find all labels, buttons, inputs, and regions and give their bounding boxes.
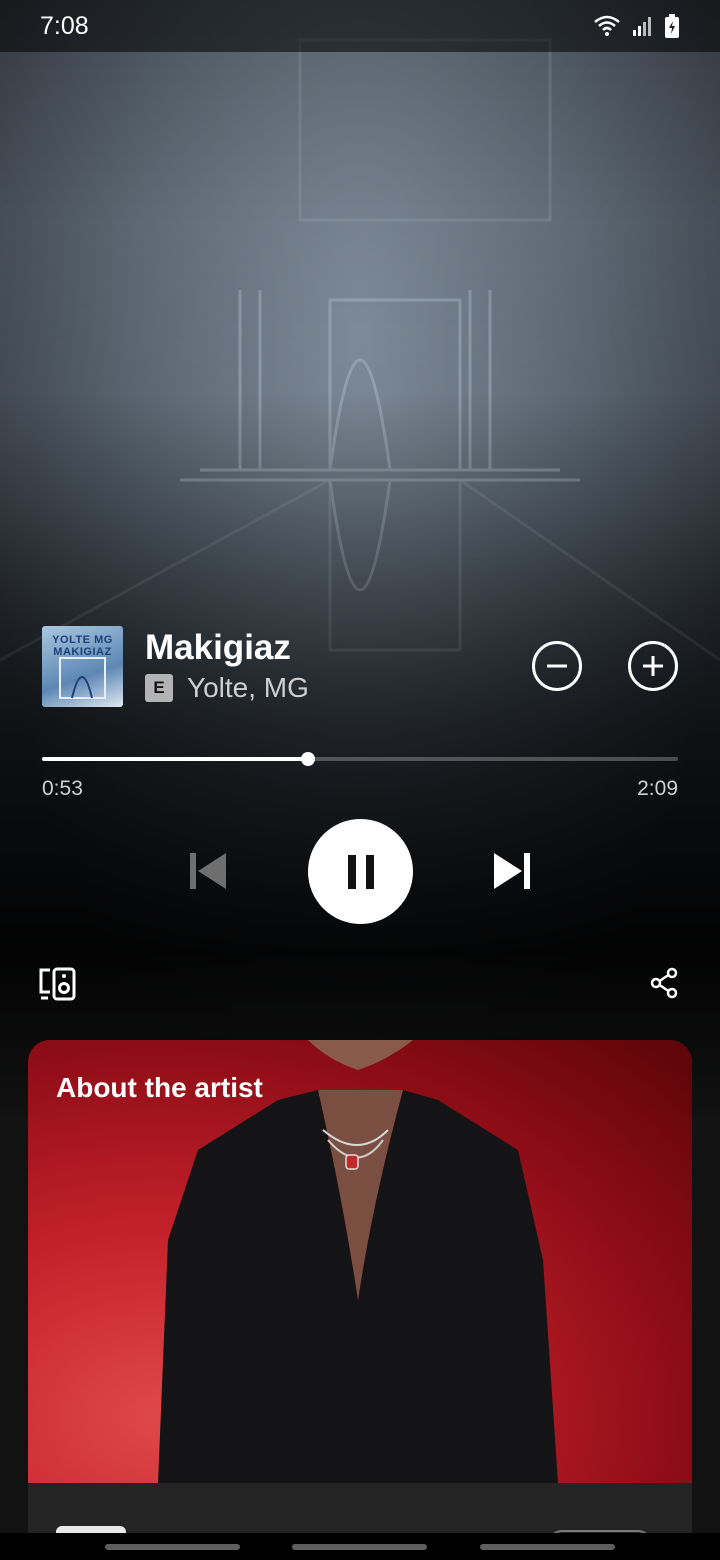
system-navigation-bar (0, 1533, 720, 1560)
signal-icon (633, 17, 651, 36)
next-button[interactable] (490, 851, 534, 891)
add-button[interactable] (628, 641, 678, 691)
artist-photo (28, 1040, 692, 1483)
add-icon (643, 656, 663, 676)
background-fade (0, 0, 720, 1120)
remove-button[interactable] (532, 641, 582, 691)
connect-device-button[interactable] (38, 966, 78, 1002)
pause-icon (347, 854, 374, 889)
about-artist-card[interactable]: About the artist (28, 1040, 692, 1560)
track-artists[interactable]: Yolte, MG (187, 672, 309, 704)
share-icon (650, 967, 678, 999)
album-cover-thumbnail[interactable]: YOLTE MG MAKIGIAZ (42, 625, 123, 707)
progress-knob[interactable] (300, 752, 315, 766)
next-icon (494, 853, 530, 889)
elapsed-time: 0:53 (42, 777, 83, 800)
nav-home[interactable] (292, 1544, 427, 1550)
battery-charging-icon (665, 14, 679, 38)
nav-back[interactable] (480, 1544, 615, 1550)
status-time: 7:08 (40, 11, 89, 40)
nav-recents[interactable] (105, 1544, 240, 1550)
previous-button[interactable] (186, 851, 230, 891)
connect-device-icon (39, 967, 76, 1001)
status-bar: 7:08 (0, 0, 720, 52)
track-actions (532, 641, 678, 691)
explicit-badge: E (145, 674, 173, 702)
about-artist-title: About the artist (56, 1072, 263, 1103)
share-button[interactable] (648, 966, 680, 1000)
track-info: Makigiaz E Yolte, MG (145, 628, 532, 704)
wifi-icon (594, 15, 620, 36)
track-artist-row: E Yolte, MG (145, 672, 532, 704)
now-playing-track-row: YOLTE MG MAKIGIAZ Makigiaz E Yolte, MG (42, 625, 678, 707)
status-icons (592, 13, 680, 39)
total-duration: 2:09 (637, 777, 678, 800)
track-title[interactable]: Makigiaz (145, 628, 532, 668)
playback-progress-bar[interactable] (42, 752, 678, 766)
playback-controls (0, 818, 720, 924)
previous-icon (190, 853, 226, 889)
progress-fill (42, 757, 308, 761)
remove-icon (547, 664, 567, 668)
pause-button[interactable] (308, 819, 413, 924)
